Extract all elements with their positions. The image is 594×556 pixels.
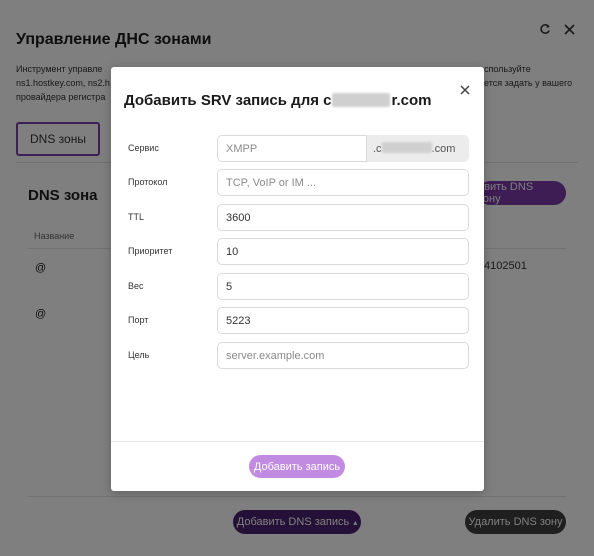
service-input[interactable] (217, 135, 367, 162)
target-input[interactable] (217, 342, 469, 369)
field-ttl: TTL (128, 204, 469, 231)
domain-suffix-end: .com (431, 143, 456, 155)
field-priority: Приоритет (128, 238, 469, 265)
field-label: Протокол (128, 177, 168, 187)
field-label: Приоритет (128, 246, 173, 256)
add-srv-record-dialog: Добавить SRV запись для с r.com Сервис .c… (111, 67, 484, 491)
ttl-input[interactable] (217, 204, 469, 231)
field-target: Цель (128, 342, 469, 369)
field-label: Порт (128, 315, 149, 325)
field-label: Вес (128, 281, 144, 291)
divider (111, 441, 484, 442)
field-label: TTL (128, 212, 145, 222)
field-port: Порт (128, 307, 469, 334)
protocol-input[interactable] (217, 169, 469, 196)
domain-suffix: .c .com (373, 142, 455, 155)
port-input[interactable] (217, 307, 469, 334)
weight-input[interactable] (217, 273, 469, 300)
field-weight: Вес (128, 273, 469, 300)
field-label: Сервис (128, 143, 159, 153)
redacted-domain (332, 93, 391, 107)
field-protocol: Протокол (128, 169, 469, 196)
field-service: Сервис .c .com (128, 135, 469, 162)
domain-suffix-start: .c (373, 143, 382, 155)
close-icon[interactable] (458, 83, 472, 97)
field-label: Цель (128, 350, 150, 360)
priority-input[interactable] (217, 238, 469, 265)
dialog-title: Добавить SRV запись для с r.com (124, 92, 432, 109)
dialog-title-suffix: r.com (391, 92, 432, 109)
redacted-domain (381, 142, 432, 153)
dialog-title-prefix: Добавить SRV запись для с (124, 92, 332, 109)
add-record-button[interactable]: Добавить запись (249, 455, 345, 478)
service-input-group: .c .com (217, 135, 469, 162)
